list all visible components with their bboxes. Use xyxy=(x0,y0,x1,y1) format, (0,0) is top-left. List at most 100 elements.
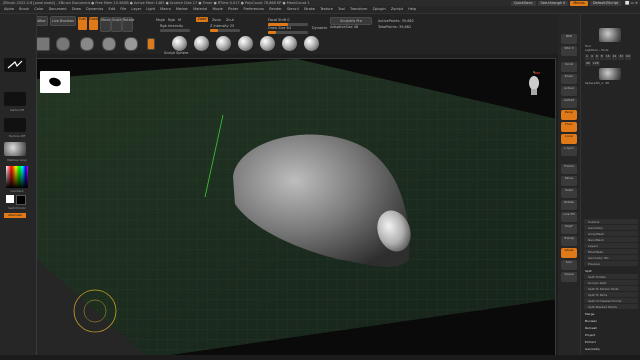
remesh-section[interactable]: Remesh xyxy=(585,326,597,330)
menu-zplugin[interactable]: Zplugin xyxy=(373,7,386,11)
menu-help[interactable]: Help xyxy=(408,7,416,11)
menu-alpha[interactable]: Alpha xyxy=(4,7,14,11)
menus-button[interactable]: Menus xyxy=(570,0,588,6)
floor-button[interactable]: Floor xyxy=(561,122,577,132)
menu-tool[interactable]: Tool xyxy=(338,7,345,11)
brush-preset-3[interactable] xyxy=(238,36,253,51)
move-button[interactable]: Move xyxy=(100,17,111,32)
split-parts-button[interactable]: Split To Parts xyxy=(584,292,638,297)
subtool-row-8[interactable]: Preview xyxy=(584,261,638,266)
texture-thumbnail[interactable] xyxy=(4,118,26,132)
brush-preset-2[interactable] xyxy=(216,36,231,51)
cube-primitive[interactable] xyxy=(36,37,50,51)
move-view-button[interactable]: Move xyxy=(561,176,577,186)
subtool-row-5[interactable]: Layers xyxy=(584,243,638,248)
zcut-button[interactable]: Zcut xyxy=(226,18,234,22)
brush-preset-4[interactable] xyxy=(260,36,275,51)
persp-button[interactable]: Persp xyxy=(561,110,577,120)
dynamic-toggle[interactable]: Dynamic xyxy=(312,26,327,30)
color-picker[interactable] xyxy=(6,166,28,188)
geometry-section[interactable]: Geometry xyxy=(585,347,600,351)
split-unmasked-button[interactable]: Split Unmasked Points xyxy=(584,298,638,303)
menu-document[interactable]: Document xyxy=(49,7,67,11)
num-4[interactable]: 4 xyxy=(589,54,594,60)
scale-button[interactable]: Scale xyxy=(111,17,122,32)
menu-texture[interactable]: Texture xyxy=(320,7,333,11)
boolean-section[interactable]: Boolean xyxy=(585,319,597,323)
window-controls[interactable]: ⬜ ▭ ✕ xyxy=(623,1,640,5)
menu-picker[interactable]: Picker xyxy=(228,7,238,11)
subtool-row-3[interactable]: ArrayMesh xyxy=(584,231,638,236)
cylinder2-primitive[interactable] xyxy=(102,37,116,51)
scale-view-button[interactable]: Scale xyxy=(561,188,577,198)
actual-button[interactable]: Actual xyxy=(561,86,577,96)
extract-section[interactable]: Extract xyxy=(585,340,596,344)
tube-primitive[interactable] xyxy=(80,37,94,51)
subtool-row-1[interactable]: Subtool xyxy=(584,219,638,224)
subtool-thumbnail[interactable] xyxy=(599,68,621,80)
material-thumbnail[interactable] xyxy=(4,142,26,156)
split-hidden-button[interactable]: Split Hidden xyxy=(584,274,638,279)
stroke-thumbnail[interactable] xyxy=(4,58,26,72)
menu-layer[interactable]: Layer xyxy=(131,7,141,11)
num-16[interactable]: 16 xyxy=(604,54,611,60)
num-64[interactable]: 64 xyxy=(625,54,631,60)
transp-button[interactable]: Transp xyxy=(561,236,577,246)
default-zscript-button[interactable]: DefaultZScript xyxy=(589,0,622,6)
num-1[interactable]: 1 xyxy=(585,54,589,60)
see-through-slider[interactable]: See-through 0 xyxy=(537,0,569,6)
bracket-tool[interactable] xyxy=(147,38,155,50)
menu-brush[interactable]: Brush xyxy=(19,7,29,11)
groups-split-button[interactable]: Groups Split xyxy=(584,280,638,285)
menu-zscript[interactable]: Zscript xyxy=(391,7,403,11)
rgb-intensity-slider[interactable] xyxy=(160,29,190,32)
frame-button[interactable]: Frame xyxy=(561,164,577,174)
mrgb-button[interactable]: Mrgb xyxy=(156,18,165,22)
rotate-view-button[interactable]: Rotate xyxy=(561,200,577,210)
num-6[interactable]: 6 xyxy=(594,54,599,60)
subtool-row-6[interactable]: FiberMesh xyxy=(584,249,638,254)
quicksave-button[interactable]: QuickSave xyxy=(511,0,536,6)
edit-button[interactable]: Edit xyxy=(78,17,87,30)
cylinder-primitive[interactable] xyxy=(56,37,70,51)
menu-preferences[interactable]: Preferences xyxy=(244,7,265,11)
menu-movie[interactable]: Movie xyxy=(212,7,222,11)
xpose-button[interactable]: Xpose xyxy=(561,272,577,282)
navigation-head-widget[interactable] xyxy=(525,71,543,97)
live-boolean-button[interactable]: Live Boolean xyxy=(50,16,76,26)
polyf-button[interactable]: PolyF xyxy=(561,224,577,234)
num-24[interactable]: 24 xyxy=(611,54,618,60)
rgb-button[interactable]: Rgb xyxy=(168,18,175,22)
lightbox-tools-link[interactable]: Lightbox › Tools xyxy=(585,48,608,52)
merge-section[interactable]: Merge xyxy=(585,312,594,316)
solo-button[interactable]: Solo xyxy=(561,260,577,270)
num-8[interactable]: 8 xyxy=(599,54,604,60)
lsym-button[interactable]: L.Sym xyxy=(561,146,577,156)
secondary-color-swatch[interactable] xyxy=(16,195,26,205)
rotate-button[interactable]: Rotate xyxy=(122,17,134,32)
line-fill-button[interactable]: Line Fill xyxy=(561,212,577,222)
num-32[interactable]: 32 xyxy=(618,54,625,60)
menu-marker[interactable]: Marker xyxy=(176,7,188,11)
project-section[interactable]: Project xyxy=(585,333,595,337)
num-128[interactable]: 128 xyxy=(591,60,600,66)
alpha-thumbnail[interactable] xyxy=(4,92,26,106)
canvas-viewport[interactable] xyxy=(36,58,556,356)
menu-edit[interactable]: Edit xyxy=(109,7,116,11)
ghost-button[interactable]: Ghost xyxy=(561,248,577,258)
draw-button[interactable]: Draw xyxy=(89,17,98,30)
menu-color[interactable]: Color xyxy=(34,7,43,11)
split-similar-button[interactable]: Split To Similar Parts xyxy=(584,286,638,291)
sphere-primitive[interactable] xyxy=(124,37,138,51)
z-intensity-slider[interactable] xyxy=(210,29,240,32)
menu-render[interactable]: Render xyxy=(269,7,281,11)
scroll-button[interactable]: Scroll xyxy=(561,62,577,72)
menu-macro[interactable]: Macro xyxy=(160,7,171,11)
menu-transform[interactable]: Transform xyxy=(350,7,367,11)
zadd-button[interactable]: Zadd xyxy=(196,17,208,22)
bpr-button[interactable]: BPR xyxy=(561,34,577,44)
subtool-row-7[interactable]: Geometry HD xyxy=(584,255,638,260)
menu-dynamics[interactable]: Dynamics xyxy=(86,7,103,11)
subtool-row-4[interactable]: NanoMesh xyxy=(584,237,638,242)
subtool-row-2[interactable]: Geometry xyxy=(584,225,638,230)
